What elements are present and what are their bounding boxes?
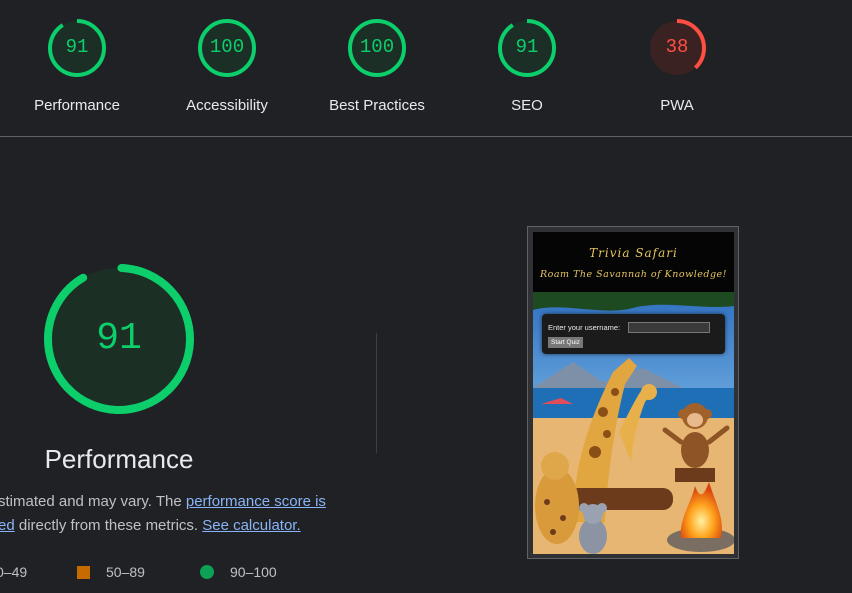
app-title: Trivia Safari bbox=[589, 246, 678, 260]
performance-score-large: 91 bbox=[96, 317, 142, 360]
login-card: Enter your username: Start Quiz bbox=[542, 314, 725, 354]
gauge-score: 100 bbox=[359, 36, 395, 58]
username-input[interactable] bbox=[628, 322, 710, 333]
gauge-performance[interactable]: 91 Performance bbox=[2, 17, 152, 114]
app-header: Trivia Safari Roam The Savannah of Knowl… bbox=[533, 232, 734, 292]
app-subtitle: Roam The Savannah of Knowledge! bbox=[540, 269, 727, 280]
category-scores-header: 91 Performance 100 Accessibility 100 Bes… bbox=[0, 0, 852, 137]
gauge-label: PWA bbox=[660, 97, 694, 114]
legend-fail-range: 0–49 bbox=[0, 564, 28, 580]
username-label: Enter your username: bbox=[548, 323, 621, 332]
desc-text: directly from these metrics. bbox=[14, 517, 203, 534]
koala bbox=[579, 503, 607, 554]
final-screenshot[interactable]: Trivia Safari Roam The Savannah of Knowl… bbox=[527, 226, 739, 559]
see-calculator-link[interactable]: See calculator. bbox=[202, 517, 300, 534]
average-square-icon bbox=[77, 566, 90, 579]
gauge-accessibility[interactable]: 100 Accessibility bbox=[152, 17, 302, 114]
legend-pass-range: 90–100 bbox=[230, 564, 277, 580]
performance-score-link[interactable]: performance score is bbox=[186, 493, 326, 510]
legend-average-range: 50–89 bbox=[106, 564, 145, 580]
legend-average: 50–89 bbox=[77, 564, 145, 580]
legend-fail: 0–49 bbox=[0, 564, 27, 580]
gauge-label: SEO bbox=[511, 97, 543, 114]
legend-pass: 90–100 bbox=[200, 564, 277, 580]
start-quiz-button[interactable]: Start Quiz bbox=[548, 337, 583, 348]
gauge-label: Best Practices bbox=[329, 97, 425, 114]
gauge-score: 100 bbox=[209, 36, 245, 58]
gauge-pwa[interactable]: 38 PWA bbox=[602, 17, 752, 114]
gauge-score: 38 bbox=[665, 36, 689, 58]
metrics-description: stimated and may vary. The performance s… bbox=[0, 490, 338, 538]
performance-title: Performance bbox=[44, 444, 194, 474]
performance-score-link-cont[interactable]: ed bbox=[0, 517, 15, 534]
desc-text: stimated and may vary. The bbox=[0, 493, 186, 510]
gauge-label: Performance bbox=[34, 97, 120, 114]
gauge-label: Accessibility bbox=[186, 97, 268, 114]
section-divider bbox=[376, 333, 377, 453]
gauge-score: 91 bbox=[65, 36, 89, 58]
gauge-seo[interactable]: 91 SEO bbox=[452, 17, 602, 114]
gauge-score: 91 bbox=[515, 36, 539, 58]
page-preview: Trivia Safari Roam The Savannah of Knowl… bbox=[533, 232, 734, 554]
gauge-best-practices[interactable]: 100 Best Practices bbox=[302, 17, 452, 114]
pass-circle-icon bbox=[200, 565, 214, 579]
